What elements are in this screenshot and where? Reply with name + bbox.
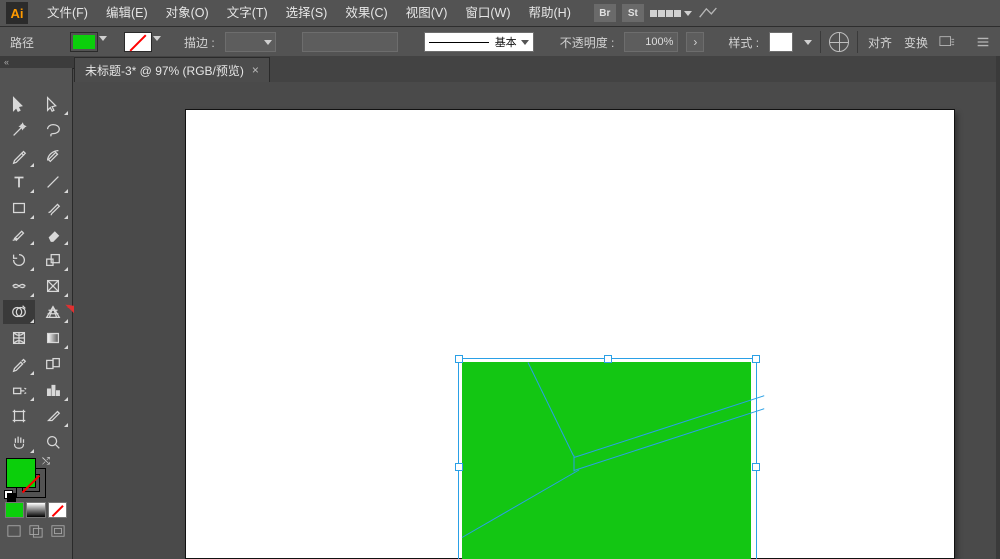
recolor-artwork-button[interactable] [829,32,849,52]
default-fill-stroke-icon[interactable] [4,490,16,502]
perspective-grid-tool[interactable] [37,300,69,324]
menu-bar: Ai 文件(F) 编辑(E) 对象(O) 文字(T) 选择(S) 效果(C) 视… [0,0,1000,26]
scale-tool[interactable] [37,248,69,272]
menu-extra-icons: Br St [594,4,718,22]
width-tool[interactable] [3,274,35,298]
gpu-preview-icon[interactable] [698,5,718,21]
eraser-tool[interactable] [37,222,69,246]
screen-mode-row [0,520,72,542]
document-tab-row: 未标题-3* @ 97% (RGB/预览) × [74,56,996,82]
mesh-tool[interactable] [3,326,35,350]
rectangle-tool[interactable] [3,196,35,220]
hand-tool[interactable] [3,430,35,454]
stroke-label: 描边 : [182,34,217,51]
color-mode-none[interactable] [48,502,67,518]
magic-wand-tool[interactable] [3,118,35,142]
lasso-tool[interactable] [37,118,69,142]
artboard-tool[interactable] [3,404,35,428]
opacity-step[interactable]: › [686,32,704,52]
green-rectangle-object[interactable] [462,362,751,559]
fill-swatch[interactable] [70,32,98,52]
close-tab-button[interactable]: × [252,63,259,77]
direct-selection-tool[interactable] [37,92,69,116]
transform-panel-button[interactable]: 变换 [902,34,930,51]
panel-menu-icon[interactable] [974,34,992,50]
rotate-tool[interactable] [3,248,35,272]
swap-fill-stroke-icon[interactable]: ⤭ [42,456,50,467]
toolbox: ⤭ [0,68,73,559]
opacity-label: 不透明度 : [558,34,617,51]
menu-object[interactable]: 对象(O) [157,0,218,26]
pen-tool[interactable] [3,144,35,168]
canvas-area[interactable] [74,82,996,559]
bridge-button[interactable]: Br [594,4,616,22]
menu-view[interactable]: 视图(V) [397,0,457,26]
menu-type[interactable]: 文字(T) [218,0,277,26]
right-panel-collapsed[interactable] [996,56,1000,559]
menu-effect[interactable]: 效果(C) [336,0,396,26]
menu-edit[interactable]: 编辑(E) [97,0,157,26]
selection-type-label: 路径 [8,34,36,51]
stroke-weight-field[interactable] [225,32,276,52]
document-tab-title: 未标题-3* @ 97% (RGB/预览) [85,62,244,79]
gradient-tool[interactable] [37,326,69,350]
color-mode-gradient[interactable] [26,502,45,518]
free-transform-tool[interactable] [37,274,69,298]
app-logo: Ai [6,2,28,24]
draw-behind-icon[interactable] [28,524,44,538]
document-tab[interactable]: 未标题-3* @ 97% (RGB/预览) × [74,57,270,82]
style-label: 样式 : [726,34,761,51]
brush-definition-dropdown[interactable]: 基本 [424,32,534,52]
isolate-icon[interactable] [938,34,956,50]
menu-help[interactable]: 帮助(H) [520,0,580,26]
column-graph-tool[interactable] [37,378,69,402]
stroke-profile-dropdown[interactable] [302,32,398,52]
menu-select[interactable]: 选择(S) [277,0,337,26]
graphic-style-dropdown[interactable] [769,32,793,52]
draw-normal-icon[interactable] [6,524,22,538]
curvature-tool[interactable] [37,144,69,168]
line-segment-tool[interactable] [37,170,69,194]
fill-stroke-indicator[interactable]: ⤭ [6,458,46,498]
arrange-docs-button[interactable] [650,10,692,17]
blend-tool[interactable] [37,352,69,376]
menu-window[interactable]: 窗口(W) [456,0,519,26]
shape-builder-tool[interactable] [3,300,35,324]
type-tool[interactable] [3,170,35,194]
color-mode-solid[interactable] [5,502,24,518]
align-panel-button[interactable]: 对齐 [866,34,894,51]
symbol-sprayer-tool[interactable] [3,378,35,402]
menu-file[interactable]: 文件(F) [38,0,97,26]
opacity-field[interactable]: 100% [624,32,678,52]
color-mode-row [0,500,72,520]
zoom-tool[interactable] [37,430,69,454]
slice-tool[interactable] [37,404,69,428]
shaper-tool[interactable] [3,222,35,246]
stroke-swatch[interactable] [124,32,152,52]
paintbrush-tool[interactable] [37,196,69,220]
selection-tool[interactable] [3,92,35,116]
draw-inside-icon[interactable] [50,524,66,538]
eyedropper-tool[interactable] [3,352,35,376]
stock-button[interactable]: St [622,4,644,22]
control-bar: 路径 描边 : 基本 不透明度 : 100% › 样式 : 对齐 变换 [0,26,1000,58]
